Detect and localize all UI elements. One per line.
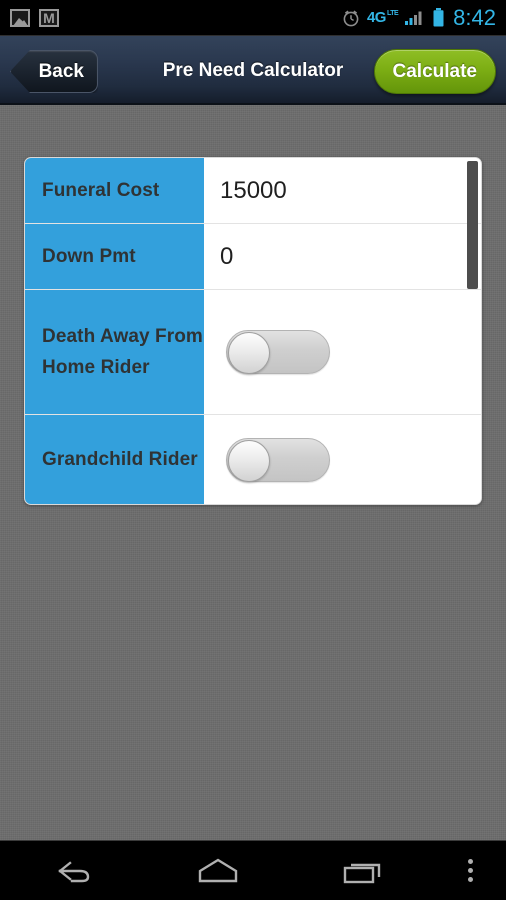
row-label-down-pmt: Down Pmt <box>25 224 204 289</box>
down-pmt-input[interactable]: 0 <box>204 224 481 289</box>
calculate-button[interactable]: Calculate <box>373 49 496 94</box>
table-row: Death Away From Home Rider <box>25 290 481 415</box>
back-button[interactable]: Back <box>10 50 98 93</box>
toggle-knob <box>228 332 270 374</box>
calculator-form-card: Funeral Cost 15000 Down Pmt 0 Death Away… <box>24 157 482 505</box>
row-label-grandchild-rider: Grandchild Rider <box>25 415 204 504</box>
table-row: Grandchild Rider <box>25 415 481 504</box>
app-screen: M 4G LTE 8:42 Back Pre Need Calculator C… <box>0 0 506 900</box>
table-row: Down Pmt 0 <box>25 224 481 290</box>
gmail-icon: M <box>39 8 59 27</box>
status-bar-system-icons: 4G LTE 8:42 <box>341 5 496 31</box>
row-label-death-away-from-home-rider: Death Away From Home Rider <box>25 290 204 414</box>
table-row: Funeral Cost 15000 <box>25 158 481 224</box>
grandchild-rider-toggle[interactable] <box>226 437 330 482</box>
4g-lte-icon: 4G LTE <box>366 9 399 26</box>
recent-apps-nav-icon[interactable] <box>291 841 436 900</box>
content-area: Funeral Cost 15000 Down Pmt 0 Death Away… <box>0 105 506 840</box>
action-bar: Back Pre Need Calculator Calculate <box>0 36 506 105</box>
back-nav-icon[interactable] <box>0 841 145 900</box>
death-away-from-home-rider-toggle[interactable] <box>226 330 330 374</box>
alarm-clock-icon <box>343 10 359 26</box>
network-type-label: 4G <box>366 9 387 26</box>
gallery-icon <box>10 8 30 27</box>
home-nav-icon[interactable] <box>145 841 290 900</box>
toggle-knob <box>228 439 270 482</box>
status-bar-notifications: M <box>10 8 59 27</box>
funeral-cost-input[interactable]: 15000 <box>204 158 481 223</box>
overflow-menu-icon[interactable] <box>436 841 506 900</box>
scrollbar-thumb[interactable] <box>467 161 478 289</box>
battery-icon <box>433 8 444 27</box>
death-away-from-home-rider-cell <box>204 290 481 414</box>
grandchild-rider-cell <box>204 415 481 504</box>
row-label-funeral-cost: Funeral Cost <box>25 158 204 223</box>
status-bar: M 4G LTE 8:42 <box>0 0 506 36</box>
three-dots-icon <box>468 859 474 882</box>
lte-label: LTE <box>386 10 399 17</box>
android-navigation-bar <box>0 840 506 900</box>
signal-bars-icon <box>405 11 422 25</box>
status-bar-clock: 8:42 <box>453 4 496 30</box>
